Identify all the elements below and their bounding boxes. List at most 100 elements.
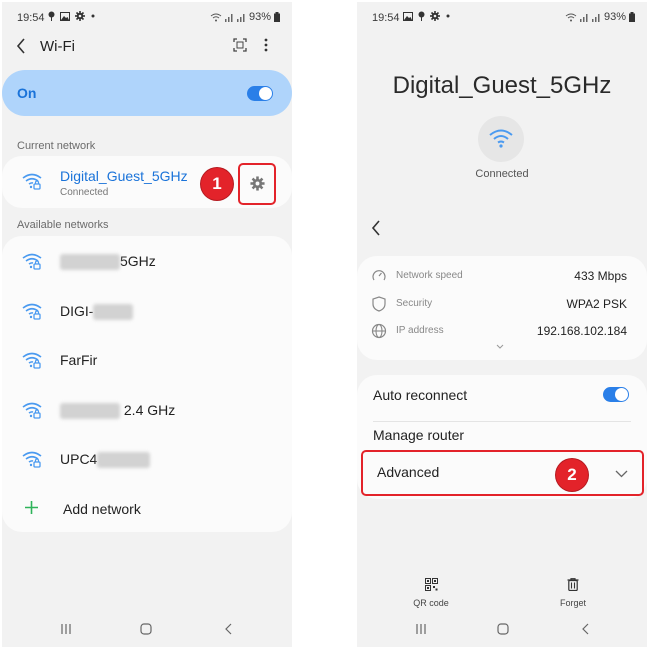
auto-reconnect-row[interactable]: Auto reconnect bbox=[357, 375, 647, 421]
status-bar: 19:54 93% bbox=[357, 2, 647, 36]
network-name: UPC4 bbox=[60, 451, 98, 467]
home-icon[interactable] bbox=[140, 623, 152, 635]
info-row-speed: Network speed 433 Mbps bbox=[357, 266, 647, 290]
connection-status: Connected bbox=[475, 168, 529, 180]
battery-percent: 93% bbox=[248, 11, 271, 23]
redacted-text bbox=[60, 403, 120, 420]
annotation-badge-2: 2 bbox=[556, 459, 588, 491]
network-details-screen: 19:54 93% Digital_Guest_5GHz Connected N… bbox=[357, 2, 647, 647]
image-icon bbox=[60, 11, 70, 21]
status-time: 19:54 bbox=[372, 12, 400, 24]
available-networks-heading: Available networks bbox=[17, 219, 109, 231]
info-label: Network speed bbox=[396, 270, 463, 281]
speedometer-icon bbox=[372, 270, 386, 281]
info-label: Security bbox=[396, 298, 433, 309]
wifi-status-icon bbox=[210, 13, 222, 21]
more-options-icon[interactable] bbox=[264, 38, 268, 52]
plus-icon bbox=[25, 501, 38, 514]
info-value: 192.168.102.184 bbox=[536, 324, 627, 338]
info-row-ip: IP address 192.168.102.184 bbox=[357, 321, 647, 345]
back-button[interactable] bbox=[371, 220, 381, 236]
chevron-down-icon bbox=[615, 470, 628, 478]
info-value: 433 Mbps bbox=[574, 269, 627, 283]
globe-icon bbox=[371, 323, 387, 339]
back-nav-icon[interactable] bbox=[581, 623, 589, 635]
qr-code-button[interactable]: QR code bbox=[391, 578, 471, 608]
forget-label: Forget bbox=[559, 598, 586, 608]
gear-icon bbox=[430, 11, 440, 21]
info-label: IP address bbox=[396, 325, 444, 336]
add-network-button[interactable]: Add network bbox=[2, 484, 292, 533]
info-row-security: Security WPA2 PSK bbox=[357, 294, 647, 318]
wifi-toggle-label: On bbox=[17, 85, 37, 101]
annotation-badge-1: 1 bbox=[201, 168, 233, 200]
network-item[interactable]: FarFir bbox=[2, 335, 292, 384]
advanced-label: Advanced bbox=[377, 464, 440, 480]
app-header: Wi-Fi bbox=[2, 32, 292, 62]
network-item[interactable]: 5GHz bbox=[2, 236, 292, 285]
recent-apps-icon[interactable] bbox=[415, 623, 427, 635]
gear-icon bbox=[75, 11, 85, 21]
location-pin-icon bbox=[48, 11, 55, 21]
signal-icon bbox=[591, 13, 600, 22]
wifi-toggle-switch[interactable] bbox=[247, 86, 273, 101]
available-networks-list: 5GHz DIGI- FarFir 2.4 GHz UPC4 Add netwo… bbox=[2, 236, 292, 532]
auto-reconnect-label: Auto reconnect bbox=[373, 387, 468, 403]
location-pin-icon bbox=[418, 11, 425, 21]
wifi-locked-icon bbox=[22, 253, 42, 270]
network-item[interactable]: 2.4 GHz bbox=[2, 385, 292, 434]
dot-icon bbox=[446, 14, 450, 18]
network-title: Digital_Guest_5GHz bbox=[392, 72, 612, 99]
battery-icon bbox=[629, 12, 635, 22]
wifi-settings-screen: 19:54 93% Wi-Fi On Current network Digit… bbox=[2, 2, 292, 647]
network-item[interactable]: DIGI- bbox=[2, 286, 292, 335]
recent-apps-icon[interactable] bbox=[60, 623, 72, 635]
wifi-status-icon bbox=[565, 13, 577, 21]
redacted-text bbox=[60, 254, 120, 271]
network-info-card: Network speed 433 Mbps Security WPA2 PSK… bbox=[357, 256, 647, 360]
wifi-locked-icon bbox=[22, 352, 42, 369]
network-name: 5GHz bbox=[120, 253, 156, 269]
current-network-heading: Current network bbox=[17, 140, 96, 152]
status-time: 19:54 bbox=[17, 12, 45, 24]
expand-chevron-icon[interactable] bbox=[496, 344, 504, 349]
wifi-locked-icon bbox=[22, 173, 42, 190]
shield-icon bbox=[372, 296, 386, 312]
forget-button[interactable]: Forget bbox=[533, 578, 613, 608]
page-title: Wi-Fi bbox=[40, 38, 75, 55]
battery-percent: 93% bbox=[603, 11, 626, 23]
current-network-status: Connected bbox=[60, 187, 109, 198]
wifi-locked-icon bbox=[22, 402, 42, 419]
network-name: FarFir bbox=[60, 352, 98, 368]
advanced-row[interactable]: Advanced bbox=[361, 450, 644, 496]
back-nav-icon[interactable] bbox=[224, 623, 232, 635]
wifi-status-badge bbox=[478, 116, 524, 162]
wifi-locked-icon bbox=[22, 451, 42, 468]
qr-scan-icon[interactable] bbox=[233, 38, 247, 52]
signal-icon bbox=[224, 13, 233, 22]
redacted-text bbox=[93, 304, 134, 321]
network-name: 2.4 GHz bbox=[123, 402, 176, 418]
network-settings-button[interactable] bbox=[238, 163, 276, 205]
status-bar: 19:54 93% bbox=[2, 2, 292, 36]
wifi-icon bbox=[489, 129, 513, 148]
qr-code-label: QR code bbox=[413, 598, 449, 608]
qr-code-icon bbox=[424, 578, 438, 591]
auto-reconnect-toggle[interactable] bbox=[603, 387, 629, 402]
home-icon[interactable] bbox=[497, 623, 509, 635]
network-item[interactable]: UPC4 bbox=[2, 434, 292, 483]
system-nav-bar bbox=[2, 615, 292, 647]
network-name: DIGI- bbox=[60, 303, 94, 319]
info-value: WPA2 PSK bbox=[566, 297, 627, 311]
gear-icon bbox=[250, 176, 265, 191]
wifi-master-toggle-row[interactable]: On bbox=[2, 70, 292, 116]
back-button[interactable] bbox=[16, 38, 26, 54]
wifi-locked-icon bbox=[22, 303, 42, 320]
manage-router-label: Manage router bbox=[373, 427, 465, 443]
battery-icon bbox=[274, 12, 280, 22]
image-icon bbox=[403, 11, 413, 21]
system-nav-bar bbox=[357, 615, 647, 647]
trash-icon bbox=[567, 578, 579, 592]
dot-icon bbox=[91, 14, 95, 18]
add-network-label: Add network bbox=[63, 501, 141, 517]
